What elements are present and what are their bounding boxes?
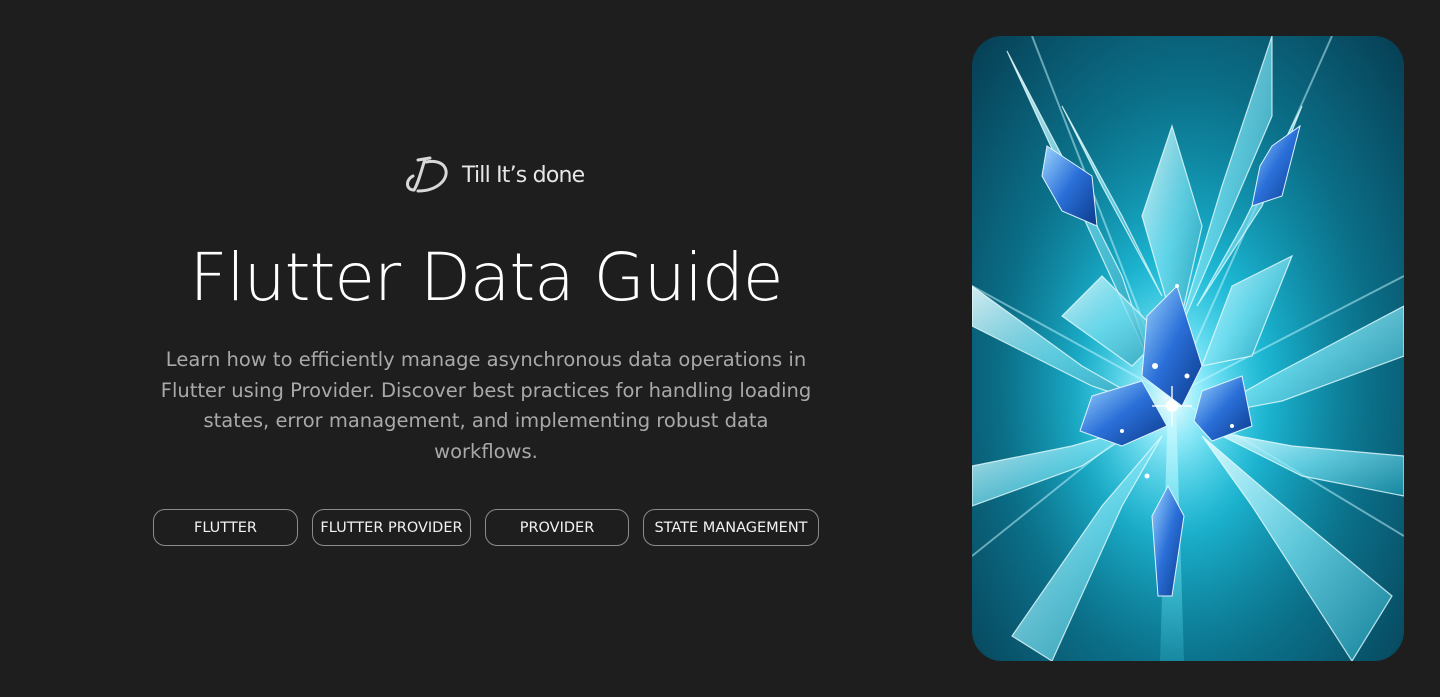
page-description: Learn how to efficiently manage asynchro… bbox=[160, 348, 812, 463]
td-monogram-icon bbox=[404, 154, 452, 196]
tag-state-management[interactable]: STATE MANAGEMENT bbox=[643, 509, 819, 546]
hero-text-section: Till It’s done Flutter Data Guide Learn … bbox=[0, 0, 972, 697]
ice-crystal-artwork bbox=[972, 36, 1404, 661]
page: Till It’s done Flutter Data Guide Learn … bbox=[0, 0, 1440, 697]
tag-flutter[interactable]: FLUTTER bbox=[153, 509, 298, 546]
brand-name: Till It’s done bbox=[462, 162, 585, 188]
tag-flutter-provider[interactable]: FLUTTER PROVIDER bbox=[312, 509, 471, 546]
page-title: Flutter Data Guide bbox=[189, 239, 784, 316]
hero-image bbox=[972, 36, 1404, 661]
tag-provider[interactable]: PROVIDER bbox=[485, 509, 629, 546]
brand[interactable]: Till It’s done bbox=[404, 154, 585, 196]
